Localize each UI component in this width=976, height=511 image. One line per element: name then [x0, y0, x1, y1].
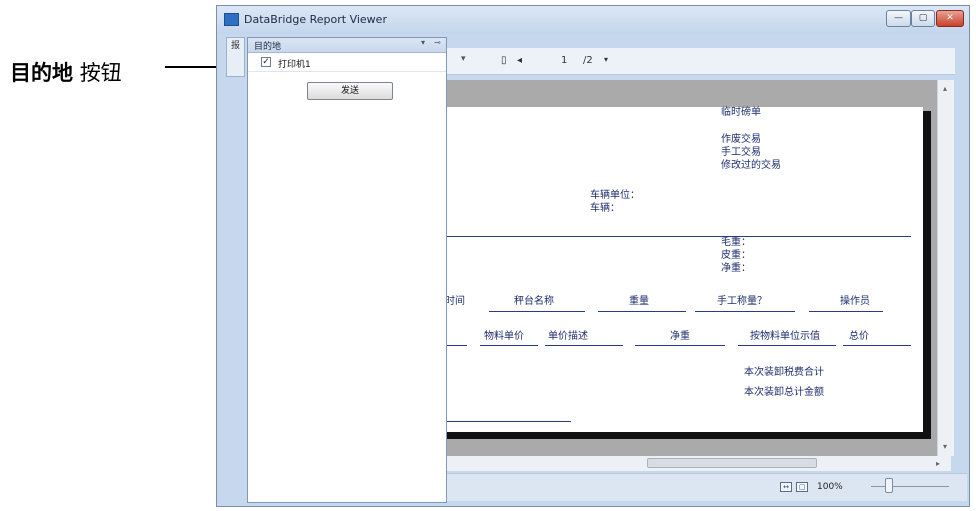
maximize-button[interactable]: ▢: [911, 10, 935, 27]
app-icon: [224, 13, 239, 26]
zoom-slider-track[interactable]: [871, 486, 949, 487]
row2-underline-1: [447, 345, 467, 346]
horizontal-scrollbar[interactable]: ▸: [431, 456, 951, 471]
col-net-weight: 净重: [670, 331, 690, 342]
row2-underline-3: [545, 345, 623, 346]
report-title: 临时磅单: [721, 107, 761, 118]
window-title: DataBridge Report Viewer: [244, 13, 387, 26]
report-viewer-window: DataBridge Report Viewer — ▢ ✕ 报 ▾ ▯ ◂ 1…: [216, 5, 970, 507]
send-button[interactable]: 发送: [307, 82, 393, 100]
panel-dropdown-icon[interactable]: ▾: [421, 38, 425, 47]
row1-underline-1: [489, 311, 585, 312]
scroll-up-icon[interactable]: ▴: [943, 84, 947, 93]
zoom-slider-thumb[interactable]: [885, 478, 893, 493]
page-shadow-right: [923, 111, 931, 439]
row1-underline-4: [809, 311, 883, 312]
col-operator: 操作员: [840, 296, 870, 307]
scroll-down-icon[interactable]: ▾: [943, 442, 947, 451]
side-strip-tab[interactable]: 报: [226, 37, 245, 77]
prev-page-icon[interactable]: ◂: [517, 55, 522, 66]
destination-panel-header: 目的地 ▾ ⊸: [248, 38, 446, 53]
trans-type-manual: 手工交易: [721, 147, 761, 158]
close-button[interactable]: ✕: [936, 10, 964, 27]
fit-page-icon[interactable]: ▢: [796, 482, 808, 492]
report-divider: [447, 236, 911, 237]
col-scale-name: 秤台名称: [514, 296, 554, 307]
tare-label: 皮重：: [721, 250, 751, 261]
annotation-bold: 目的地: [10, 61, 73, 85]
row2-underline-6: [843, 345, 911, 346]
printer-label: 打印机1: [278, 60, 311, 70]
toolbar: ▾ ▯ ◂ 1 /2 ▾: [431, 48, 955, 75]
page-current[interactable]: 1: [561, 55, 567, 66]
col-total-price: 总价: [849, 331, 869, 342]
col-manual: 手工称量？: [717, 296, 767, 307]
row1-underline-3: [695, 311, 795, 312]
report-bottom-line: [447, 421, 571, 422]
scroll-right-icon[interactable]: ▸: [936, 459, 940, 468]
net-label: 净重：: [721, 263, 751, 274]
trans-type-modified: 修改过的交易: [721, 160, 781, 171]
row2-underline-5: [738, 345, 836, 346]
destination-panel: 目的地 ▾ ⊸ ✓ 打印机1 发送: [247, 37, 447, 503]
printer-row[interactable]: ✓ 打印机1: [248, 54, 446, 72]
tax-total-label: 本次装卸税费合计: [744, 367, 824, 378]
minimize-button[interactable]: —: [886, 10, 911, 27]
report-page: [431, 107, 923, 432]
first-page-icon[interactable]: ▯: [501, 55, 507, 66]
vehicle-unit-label: 车辆单位：: [590, 190, 640, 201]
zoom-level: 100%: [817, 482, 843, 492]
panel-pin-icon[interactable]: ⊸: [434, 38, 441, 47]
fit-width-icon[interactable]: ↔: [780, 482, 792, 492]
page-total: /2: [583, 55, 593, 66]
row2-underline-2: [480, 345, 538, 346]
col-time: 时间: [445, 296, 465, 307]
toolbar-dropdown[interactable]: ▾: [461, 54, 515, 68]
col-unit-price: 物料单价: [484, 331, 524, 342]
horizontal-scroll-thumb[interactable]: [647, 458, 817, 468]
col-material-unit: 按物料单位示值: [750, 331, 820, 342]
page-dropdown-icon[interactable]: ▾: [604, 55, 608, 64]
grand-total-label: 本次装卸总计金额: [744, 387, 824, 398]
status-bar: ↔ ▢ 100%: [431, 473, 967, 501]
row2-underline-4: [635, 345, 725, 346]
page-shadow-bottom: [435, 432, 931, 439]
vertical-scrollbar[interactable]: ▴ ▾: [937, 80, 954, 456]
col-weight: 重量: [629, 296, 649, 307]
trans-type-void: 作废交易: [721, 134, 761, 145]
row1-underline-2: [598, 311, 686, 312]
col-price-desc: 单价描述: [548, 331, 588, 342]
title-bar: DataBridge Report Viewer — ▢ ✕: [217, 6, 969, 34]
vehicle-label: 车辆：: [590, 203, 620, 214]
annotation-rest: 按钮: [79, 61, 122, 85]
gross-label: 毛重：: [721, 237, 751, 248]
destination-panel-title: 目的地: [254, 42, 282, 52]
printer-checkbox[interactable]: ✓: [261, 57, 271, 67]
annotation-label: 目的地 按钮: [10, 61, 122, 85]
